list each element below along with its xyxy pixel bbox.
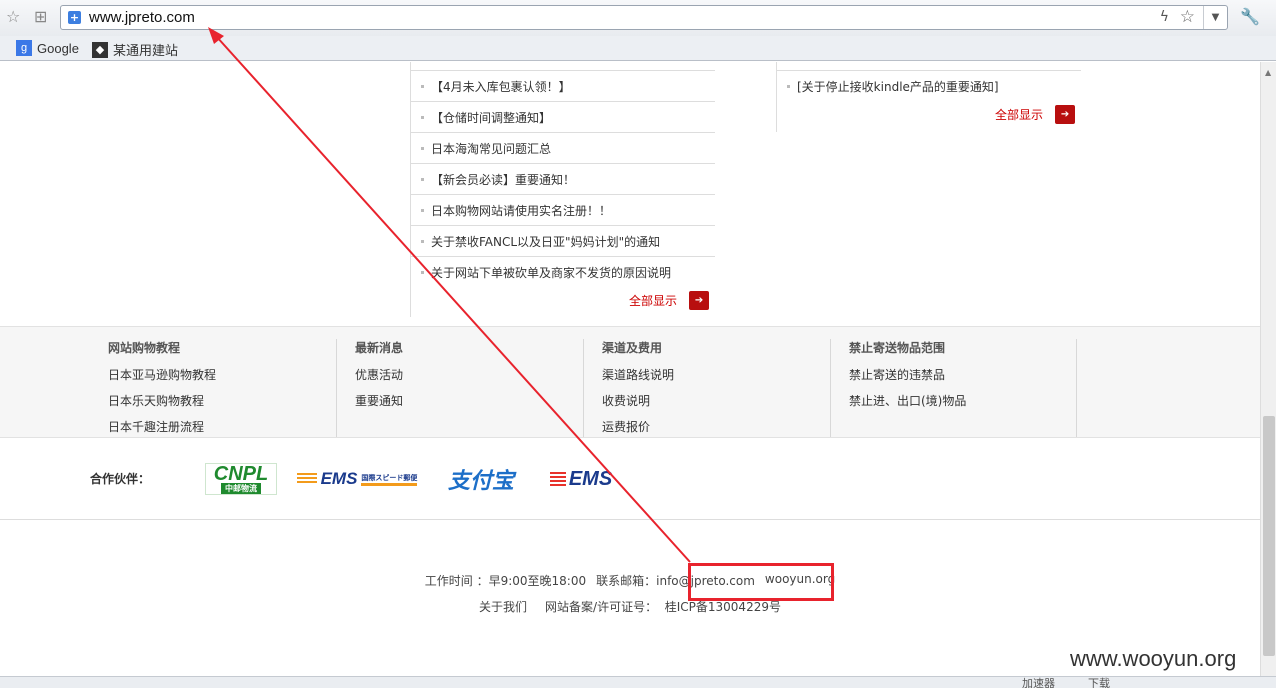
partners-label: 合作伙伴： [90, 472, 151, 486]
ems-logo[interactable]: EMS [538, 463, 624, 495]
list-item[interactable]: [关于停止接收kindle产品的重要通知] [777, 70, 1081, 101]
footer-link[interactable]: 禁止寄送的违禁品 [849, 366, 1076, 392]
footer-column-title: 网站购物教程 [108, 341, 181, 355]
address-bar[interactable]: + www.jpreto.com ϟ ☆ ▼ [60, 5, 1228, 30]
list-item[interactable]: 关于禁收FANCL以及日亚"妈妈计划"的通知 [411, 225, 715, 256]
scroll-up-icon[interactable]: ▲ [1265, 68, 1271, 77]
dropdown-arrow-icon[interactable]: ▼ [1203, 6, 1227, 29]
working-hours: 工作时间 ：早9:00至晚18:00 [424, 574, 587, 588]
about-us-link[interactable]: 关于我们 [479, 598, 527, 624]
footer-column-title: 禁止寄送物品范围 [849, 341, 946, 355]
partners-section: 合作伙伴： CNPL 中邮物流 EMS 国際スピード郵便 支付宝 EMS [0, 438, 1260, 520]
status-item[interactable]: 加速器 [1022, 677, 1055, 688]
site-footer-info: 工作时间 ：早9:00至晚18:00 联系邮箱：info@jpreto.com … [0, 572, 1260, 624]
bookmark-google[interactable]: g Google [16, 40, 79, 56]
browser-toolbar: ☆ ⊞ + www.jpreto.com ϟ ☆ ▼ 🔧 [0, 0, 1276, 36]
bookmark-label: 某通用建站 [113, 43, 179, 58]
icp-label: 网站备案/许可证号： [545, 600, 658, 614]
status-item[interactable]: 下载 [1088, 677, 1110, 688]
footer-link[interactable]: 重要通知 [355, 392, 583, 418]
footer-column-title: 最新消息 [355, 341, 404, 355]
footer-link[interactable]: 禁止进、出口(境)物品 [849, 392, 1076, 418]
bookmark-star-icon[interactable]: ☆ [1180, 7, 1195, 27]
status-bar: 加速器 下载 [0, 676, 1276, 688]
shield-icon: + [68, 11, 81, 24]
ems-logo[interactable]: EMS 国際スピード郵便 [291, 463, 423, 495]
news-list-left: 【4月未入库包裹认领！】 【仓储时间调整通知】 日本海淘常见问题汇总 【新会员必… [410, 62, 715, 317]
alipay-logo[interactable]: 支付宝 [438, 463, 524, 495]
footer-column: 最新消息 优惠活动 重要通知 [336, 339, 583, 437]
footer-column: 禁止寄送物品范围 禁止寄送的违禁品 禁止进、出口(境)物品 [830, 339, 1077, 437]
list-item[interactable]: 【4月未入库包裹认领！】 [411, 70, 715, 101]
scroll-thumb[interactable] [1263, 416, 1275, 656]
bolt-icon[interactable]: ϟ [1160, 9, 1169, 25]
list-item[interactable]: 关于网站下单被砍单及商家不发货的原因说明 [411, 256, 715, 287]
wrench-icon[interactable]: 🔧 [1240, 7, 1260, 26]
highlight-box [688, 563, 834, 601]
footer-column: 网站购物教程 日本亚马逊购物教程 日本乐天购物教程 日本千趣注册流程 [86, 339, 333, 437]
list-item[interactable]: 日本海淘常见问题汇总 [411, 132, 715, 163]
footer-links: 网站购物教程 日本亚马逊购物教程 日本乐天购物教程 日本千趣注册流程 最新消息 … [0, 326, 1260, 438]
icp-number[interactable]: 桂ICP备13004229号 [665, 600, 781, 614]
arrow-right-icon[interactable]: ➔ [1055, 105, 1076, 124]
list-item[interactable]: 【仓储时间调整通知】 [411, 101, 715, 132]
bookmarks-bar: g Google ◆ 某通用建站 [0, 36, 1276, 61]
show-all-link[interactable]: 全部显示 ➔ [995, 105, 1076, 124]
footer-link[interactable]: 收费说明 [602, 392, 830, 418]
cnpl-logo[interactable]: CNPL 中邮物流 [205, 463, 277, 495]
google-icon: g [16, 40, 32, 56]
watermark: www.wooyun.org [1070, 646, 1237, 671]
news-list-right: [关于停止接收kindle产品的重要通知] 全部显示 ➔ [776, 62, 1081, 132]
footer-link[interactable]: 优惠活动 [355, 366, 583, 392]
footer-link[interactable]: 渠道路线说明 [602, 366, 830, 392]
show-all-link[interactable]: 全部显示 ➔ [629, 291, 710, 310]
vertical-scrollbar[interactable]: ▲ [1260, 62, 1276, 676]
url-text[interactable]: www.jpreto.com [89, 9, 195, 26]
footer-column: 渠道及费用 渠道路线说明 收费说明 运费报价 [583, 339, 830, 437]
star-icon[interactable]: ☆ [6, 8, 20, 26]
page-content: 【4月未入库包裹认领！】 【仓储时间调整通知】 日本海淘常见问题汇总 【新会员必… [0, 62, 1260, 676]
arrow-right-icon[interactable]: ➔ [689, 291, 710, 310]
site-favicon-icon: ◆ [92, 41, 108, 58]
footer-column-title: 渠道及费用 [602, 341, 663, 355]
grid-icon[interactable]: ⊞ [34, 8, 47, 26]
list-item[interactable]: 【新会员必读】重要通知！ [411, 163, 715, 194]
footer-link[interactable]: 日本乐天购物教程 [108, 392, 333, 418]
bookmark-site[interactable]: ◆ 某通用建站 [92, 40, 178, 59]
list-item[interactable]: 日本购物网站请使用实名注册！！ [411, 194, 715, 225]
bookmark-label: Google [37, 40, 79, 56]
footer-link[interactable]: 日本亚马逊购物教程 [108, 366, 333, 392]
